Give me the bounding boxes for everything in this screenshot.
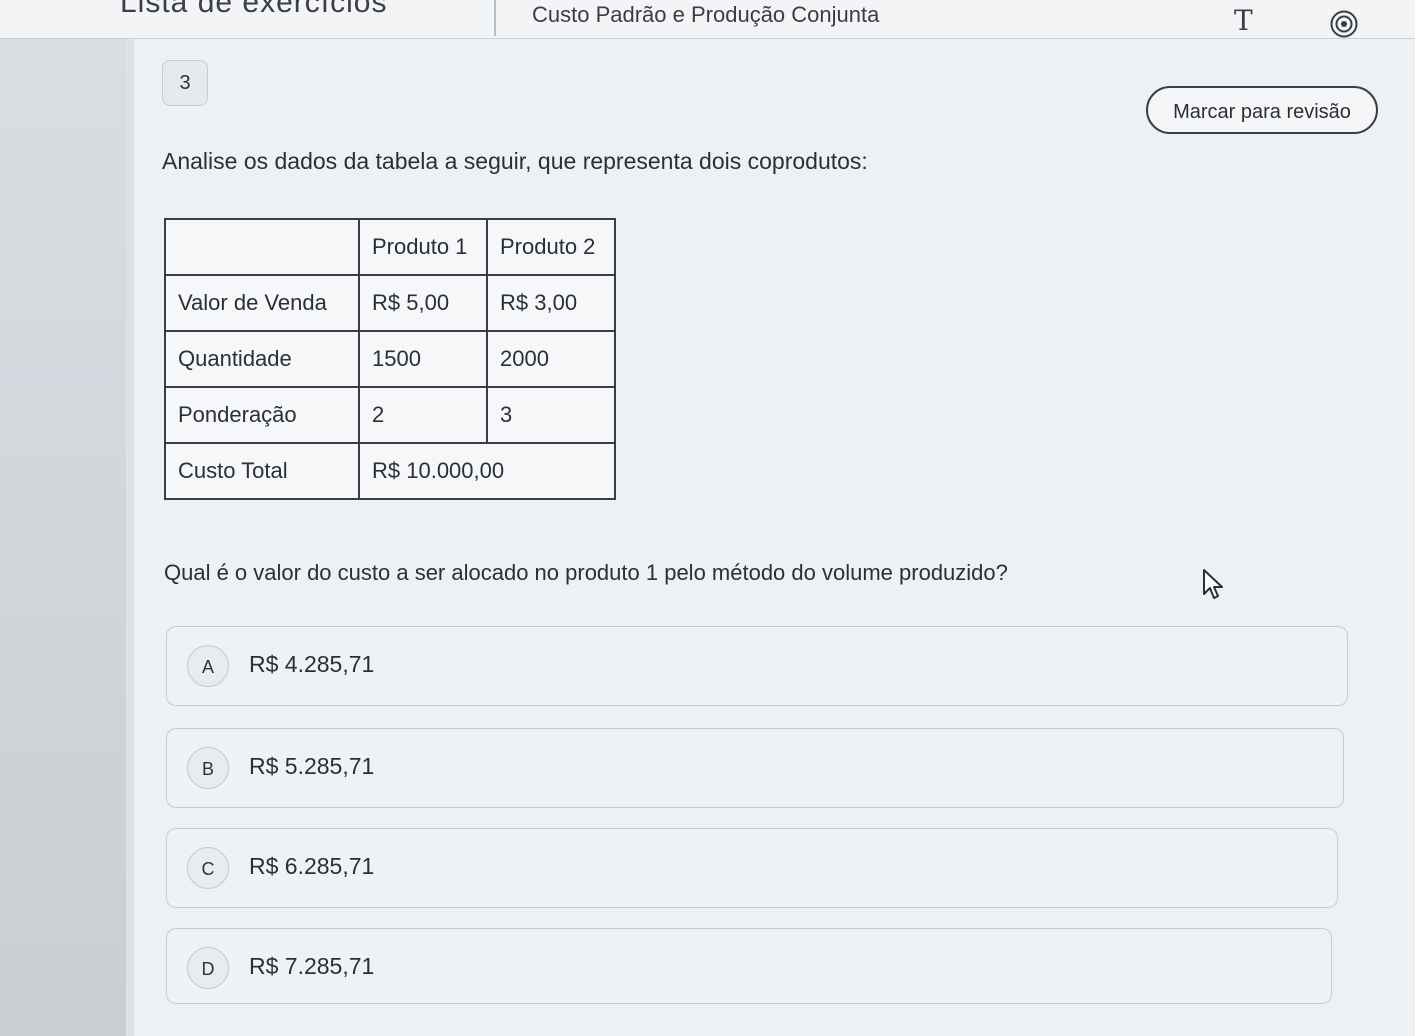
top-divider	[494, 0, 496, 36]
table-row: Valor de Venda R$ 5,00 R$ 3,00	[164, 274, 616, 332]
table-header-cell: Produto 1	[358, 218, 488, 276]
option-c[interactable]: C R$ 6.285,71	[166, 828, 1338, 908]
table-row-label: Ponderação	[164, 386, 360, 444]
option-letter-badge: C	[187, 847, 229, 889]
table-cell-total: R$ 10.000,00	[358, 442, 616, 500]
table-cell: R$ 5,00	[358, 274, 488, 332]
table-row-label: Custo Total	[164, 442, 360, 500]
top-bar: Lista de exercícios Custo Padrão e Produ…	[0, 0, 1415, 39]
target-icon[interactable]	[1330, 10, 1358, 38]
option-letter-badge: D	[187, 947, 229, 989]
left-rail	[0, 36, 132, 1036]
option-letter-badge: A	[187, 645, 229, 687]
table-cell: 3	[486, 386, 616, 444]
table-cell: 1500	[358, 330, 488, 388]
coproducts-table: Produto 1 Produto 2 Valor de Venda R$ 5,…	[164, 218, 616, 500]
topic-title: Custo Padrão e Produção Conjunta	[532, 2, 880, 27]
question-number: 3	[162, 60, 208, 106]
table-cell: 2	[358, 386, 488, 444]
mouse-cursor-icon	[1203, 569, 1223, 599]
option-text: R$ 6.285,71	[249, 853, 375, 879]
option-d[interactable]: D R$ 7.285,71	[166, 928, 1332, 1004]
table-row: Custo Total R$ 10.000,00	[164, 442, 616, 500]
option-text: R$ 7.285,71	[249, 953, 375, 979]
table-header-row: Produto 1 Produto 2	[164, 218, 616, 276]
table-header-cell	[164, 218, 360, 276]
table-cell: R$ 3,00	[486, 274, 616, 332]
table-row: Quantidade 1500 2000	[164, 330, 616, 388]
table-row-label: Quantidade	[164, 330, 360, 388]
option-text: R$ 5.285,71	[249, 753, 375, 779]
table-cell: 2000	[486, 330, 616, 388]
option-text: R$ 4.285,71	[249, 651, 375, 677]
exercise-list-title: Lista de exercícios	[120, 0, 388, 19]
option-letter-badge: B	[187, 747, 229, 789]
table-header-cell: Produto 2	[486, 218, 616, 276]
table-row-label: Valor de Venda	[164, 274, 360, 332]
mark-for-review-button[interactable]: Marcar para revisão	[1146, 86, 1378, 134]
option-a[interactable]: A R$ 4.285,71	[166, 626, 1348, 706]
table-row: Ponderação 2 3	[164, 386, 616, 444]
question-prompt: Analise os dados da tabela a seguir, que…	[162, 148, 868, 174]
question-text: Qual é o valor do custo a ser alocado no…	[164, 560, 1008, 585]
text-size-icon[interactable]: T	[1234, 4, 1253, 37]
left-rail-edge	[126, 36, 134, 1036]
option-b[interactable]: B R$ 5.285,71	[166, 728, 1344, 808]
